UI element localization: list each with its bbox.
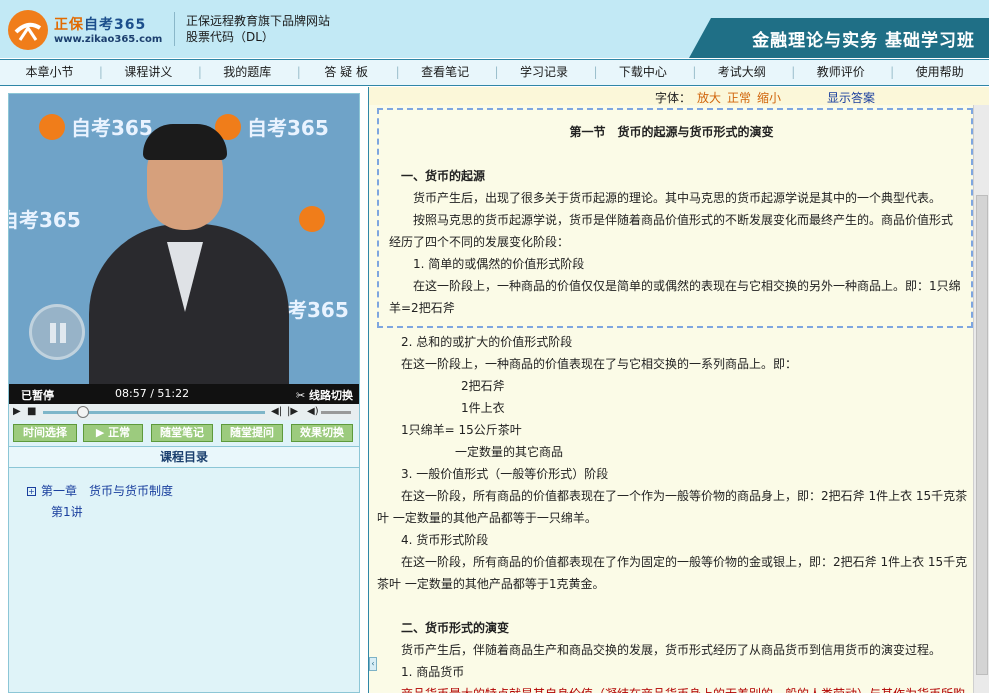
switch-line-button[interactable]: ✂ 线路切换 — [296, 387, 353, 403]
video-player[interactable]: 自考365 自考365 自考365 自考365 — [9, 94, 359, 384]
brand-logo-icon[interactable] — [8, 10, 48, 50]
volume-icon[interactable]: ◀) — [307, 406, 319, 418]
lecture-content: 第一节 货币的起源与货币形式的演变 一、货币的起源 货币产生后，出现了很多关于货… — [369, 105, 974, 693]
paragraph-line: 在这一阶段上，一种商品的价值表现在了与它相交换的一系列商品上。即： — [401, 357, 798, 371]
vertical-scrollbar[interactable] — [973, 105, 989, 693]
nav-qa-board[interactable]: 答 疑 板 — [297, 60, 396, 85]
nav-study-record[interactable]: 学习记录 — [495, 60, 594, 85]
time-select-button[interactable]: 时间选择 — [13, 424, 77, 442]
watermark: 自考365 — [247, 116, 329, 140]
subheading: 1. 商品货币 — [401, 665, 465, 679]
nav-exam-outline[interactable]: 考试大纲 — [692, 60, 791, 85]
header-divider — [174, 12, 175, 46]
paragraph-line: 羊=2把石斧 — [389, 301, 455, 315]
normal-speed-label: 正常 — [108, 426, 131, 439]
nav-question-bank[interactable]: 我的题库 — [198, 60, 297, 85]
paragraph-line: 1件上衣 — [461, 401, 505, 415]
tagline: 正保远程教育旗下品牌网站 — [186, 14, 331, 28]
rewind-icon[interactable]: ◀| — [271, 406, 282, 418]
nav-chapter-summary[interactable]: 本章小节 — [0, 60, 99, 85]
subheading: 4. 货币形式阶段 — [401, 533, 489, 547]
nav-view-notes[interactable]: 查看笔记 — [396, 60, 495, 85]
main-nav: 本章小节 课程讲义 我的题库 答 疑 板 查看笔记 学习记录 下载中心 考试大纲… — [0, 59, 989, 86]
font-smaller-button[interactable]: 缩小 — [757, 89, 781, 106]
section-title: 第一节 货币的起源与货币形式的演变 — [569, 125, 774, 139]
paragraph-line: 货币产生后，出现了很多关于货币起源的理论。其中马克思的货币起源学说是其中的一个典… — [413, 191, 942, 205]
font-larger-button[interactable]: 放大 — [697, 89, 721, 106]
pause-overlay-icon[interactable] — [29, 304, 85, 360]
expand-icon[interactable]: + — [27, 487, 36, 496]
paragraph-line: 在这一阶段，所有商品的价值都表现在了一个作为一般等价物的商品身上，即：2把石斧 … — [401, 489, 968, 503]
playback-status: 已暂停 — [21, 389, 54, 402]
paragraph-line: 叶 一定数量的其他产品都等于一只绵羊。 — [377, 511, 597, 525]
collapse-panel-icon[interactable]: ‹ — [369, 657, 377, 671]
paragraph-line: 一定数量的其它商品 — [455, 445, 564, 459]
forward-icon[interactable]: |▶ — [287, 406, 298, 418]
volume-slider[interactable] — [321, 411, 351, 414]
scrollbar-thumb[interactable] — [976, 195, 988, 675]
seek-knob[interactable] — [76, 406, 89, 418]
paragraph-line: 按照马克思的货币起源学说，货币是伴随着商品价值形式的不断发展变化而最终产生的。商… — [413, 213, 954, 227]
watermark-logo-icon — [39, 114, 65, 140]
player-controls: ▶ ■ ◀| |▶ ◀) — [9, 404, 359, 420]
lecturer-hair — [143, 124, 227, 160]
paragraph-line: 2把石斧 — [461, 379, 505, 393]
nav-help[interactable]: 使用帮助 — [890, 60, 989, 85]
play-icon[interactable]: ▶ — [13, 406, 21, 418]
brand-name: 正保自考365 — [54, 17, 147, 33]
stop-icon[interactable]: ■ — [27, 406, 36, 418]
toc-heading: 课程目录 — [9, 446, 359, 468]
paragraph-line: 货币产生后，伴随着商品生产和商品交换的发展，货币形式经历了从商品货币到信用货币的… — [401, 643, 942, 657]
subheading: 1. 简单的或偶然的价值形式阶段 — [413, 257, 585, 271]
watermark: 自考365 — [9, 208, 81, 232]
paragraph-line: 茶叶 一定数量的其他产品都等于1克黄金。 — [377, 577, 605, 591]
show-answer-button[interactable]: 显示答案 — [827, 89, 875, 106]
subheading: 3. 一般价值形式（一般等价形式）阶段 — [401, 467, 609, 481]
paragraph-line: 在这一阶段，所有商品的价值都表现在了作为固定的一般等价物的金或银上，即：2把石斧… — [401, 555, 968, 569]
toc-lesson[interactable]: 第1讲 — [51, 503, 83, 520]
paragraph-line: 在这一阶段上，一种商品的价值仅仅是简单的或偶然的表现在与它相交换的另外一种商品上… — [413, 279, 961, 293]
font-normal-button[interactable]: 正常 — [727, 89, 751, 106]
switch-line-label: 线路切换 — [309, 389, 353, 402]
nav-lecture-notes[interactable]: 课程讲义 — [99, 60, 198, 85]
paragraph-line: 经历了四个不同的发展变化阶段： — [389, 235, 570, 249]
toc-chapter-label: 第一章 货币与货币制度 — [41, 484, 174, 498]
ask-question-button[interactable]: 随堂提问 — [221, 424, 283, 442]
nav-teacher-review[interactable]: 教师评价 — [791, 60, 890, 85]
left-panel: 自考365 自考365 自考365 自考365 已暂停 08:57 / 51:2… — [8, 93, 360, 693]
brand-url: www.zikao365.com — [54, 34, 163, 45]
effect-switch-button[interactable]: 效果切换 — [291, 424, 353, 442]
watermark-logo-icon — [299, 206, 325, 232]
toc-chapter[interactable]: + 第一章 货币与货币制度 — [27, 482, 173, 499]
paragraph-line: 商品货币最大的特点就是其自身价值（凝结在商品货币身上的无差别的一般的人类劳动）与… — [401, 685, 965, 693]
heading-origin: 一、货币的起源 — [401, 169, 486, 183]
font-label: 字体： — [655, 91, 692, 105]
course-title: 金融理论与实务 基础学习班 — [752, 31, 975, 51]
video-status-bar: 已暂停 08:57 / 51:22 ✂ 线路切换 — [9, 384, 359, 404]
subheading: 2. 总和的或扩大的价值形式阶段 — [401, 335, 573, 349]
nav-download-center[interactable]: 下载中心 — [593, 60, 692, 85]
player-buttons: 时间选择 ▶ 正常 随堂笔记 随堂提问 效果切换 — [9, 424, 359, 444]
normal-speed-button[interactable]: ▶ 正常 — [83, 424, 143, 442]
notes-button[interactable]: 随堂笔记 — [151, 424, 213, 442]
heading-evolution: 二、货币形式的演变 — [401, 621, 510, 635]
playback-time: 08:57 / 51:22 — [115, 387, 190, 400]
course-banner: 金融理论与实务 基础学习班 — [689, 18, 989, 58]
watermark: 自考365 — [71, 116, 153, 140]
brand-sub: 自考365 — [84, 17, 147, 33]
paragraph-line: 1只绵羊= 15公斤茶叶 — [401, 423, 522, 437]
site-header: 正保自考365 www.zikao365.com 正保远程教育旗下品牌网站 股票… — [0, 0, 989, 58]
text-toolbar: 字体： 放大 正常 缩小 显示答案 — [369, 87, 989, 105]
right-panel: 字体： 放大 正常 缩小 显示答案 第一节 货币的起源与货币形式的演变 一、货币… — [368, 87, 989, 693]
stock-code: 股票代码（DL） — [186, 30, 274, 44]
